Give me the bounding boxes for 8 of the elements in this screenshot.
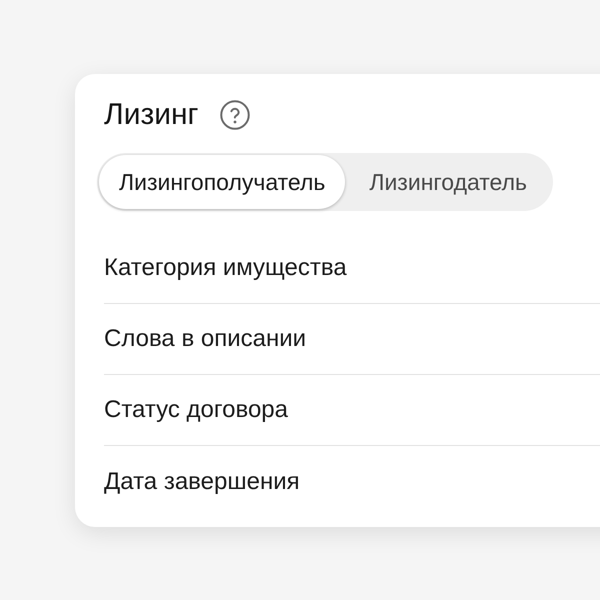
tab[interactable]: Лизингополучатель: [99, 155, 346, 209]
help-icon[interactable]: [220, 100, 250, 130]
tab[interactable]: Лизингодатель: [345, 155, 551, 209]
filter-item[interactable]: Дата завершения: [104, 470, 300, 494]
filter-item[interactable]: Статус договора: [104, 398, 288, 422]
panel-title: Лизинг: [104, 100, 198, 130]
filter-item[interactable]: Категория имущества: [104, 256, 347, 280]
filter-item[interactable]: Слова в описании: [104, 327, 306, 351]
